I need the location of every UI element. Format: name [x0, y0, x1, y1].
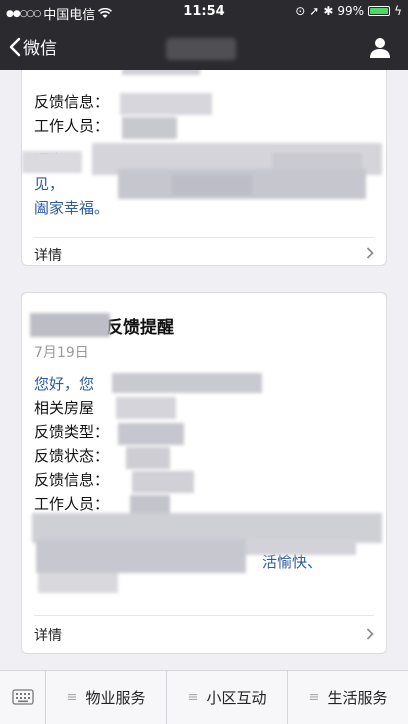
battery-icon [368, 6, 391, 16]
menu-lines-icon: ≡ [187, 690, 199, 705]
menu-lines-icon: ≡ [308, 690, 320, 705]
charging-icon: ϟ [394, 4, 402, 18]
chevron-right-icon [366, 247, 374, 259]
menu-property-service[interactable]: ≡ 物业服务 [46, 671, 167, 724]
menu-community-interaction[interactable]: ≡ 小区互动 [167, 671, 288, 724]
message-card: 反馈信息： 工作人员： 理光 见， 阖家幸福。 详情 [21, 70, 387, 266]
bottom-menu: ≡ 物业服务 ≡ 小区互动 ≡ 生活服务 [0, 670, 408, 724]
chevron-right-icon [366, 628, 374, 640]
menu-label: 小区互动 [206, 689, 267, 707]
status-right: ⊙ ➚ ✱ 99% ϟ [295, 4, 402, 18]
divider [34, 615, 374, 616]
profile-icon[interactable] [368, 35, 392, 59]
detail-row[interactable]: 详情 [22, 617, 386, 653]
location-icon: ➚ [309, 4, 320, 18]
status-bar: ●●○○○ 中国电信 11:54 ⊙ ➚ ✱ 99% ϟ [0, 0, 408, 24]
redacted-title-part [30, 313, 110, 337]
menu-label: 生活服务 [327, 689, 388, 707]
divider [34, 237, 374, 238]
detail-label: 详情 [34, 628, 62, 644]
redacted-block [22, 70, 388, 221]
battery-percent: 99% [337, 4, 365, 18]
rotation-lock-icon: ⊙ [295, 4, 306, 18]
nav-bar: 微信 [0, 24, 408, 70]
chevron-left-icon [9, 37, 21, 56]
redacted-title [166, 38, 236, 60]
detail-label: 详情 [34, 248, 62, 264]
menu-lines-icon: ≡ [66, 690, 78, 705]
message-list: 反馈信息： 工作人员： 理光 见， 阖家幸福。 详情 反馈提醒 7月19日 [0, 70, 408, 670]
keyboard-icon [12, 689, 34, 705]
redacted-block [22, 369, 388, 599]
back-label: 微信 [23, 39, 57, 59]
detail-row[interactable]: 详情 [22, 239, 386, 267]
message-title: 反馈提醒 [106, 318, 174, 338]
bluetooth-icon: ✱ [323, 4, 334, 18]
message-card: 反馈提醒 7月19日 您好，您 相关房屋 反馈类型： 反馈状态： 反馈信息： 工… [21, 292, 387, 654]
back-button[interactable]: 微信 [8, 34, 57, 59]
message-date: 7月19日 [34, 345, 89, 361]
keyboard-toggle-button[interactable] [0, 671, 46, 724]
menu-label: 物业服务 [85, 689, 146, 707]
menu-life-service[interactable]: ≡ 生活服务 [288, 671, 408, 724]
